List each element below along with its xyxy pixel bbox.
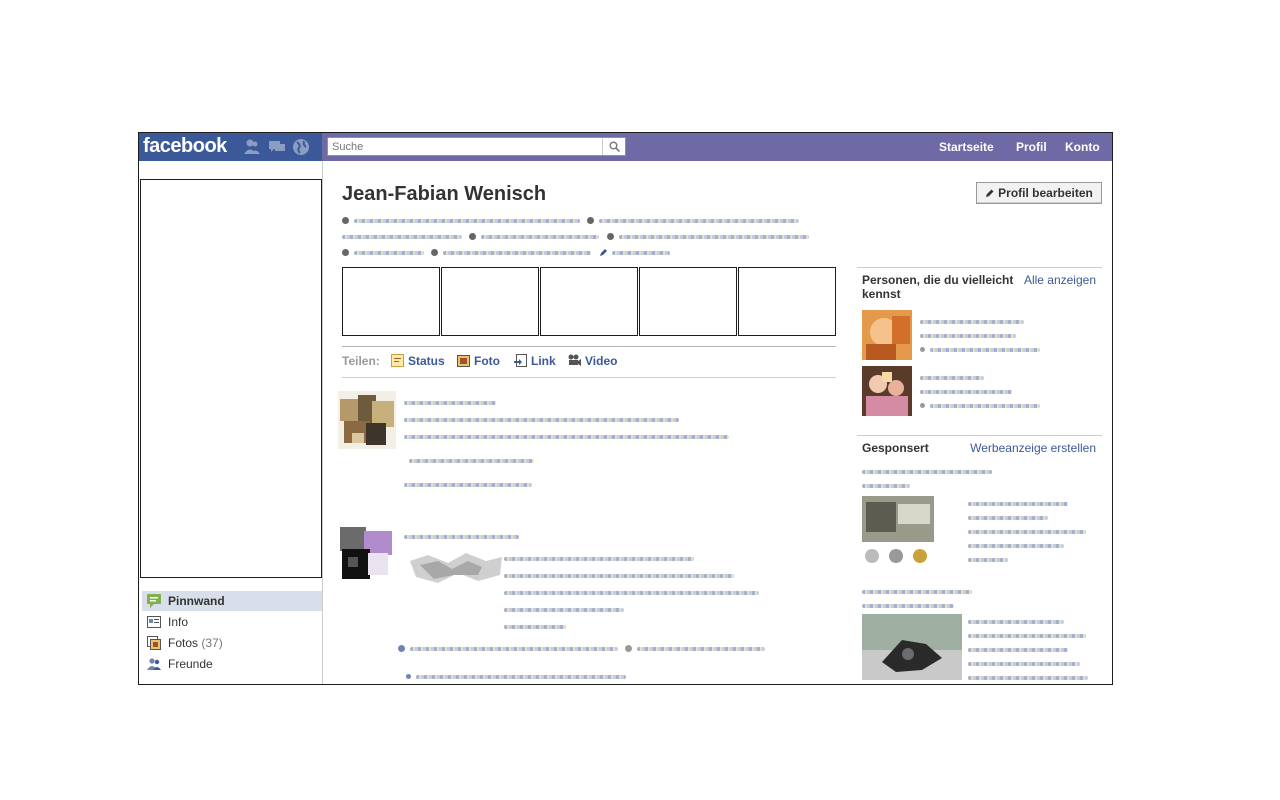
share-bar: Teilen: Status Foto Link Video (342, 346, 836, 378)
right-column: Personen, die du vielleicht kennst Alle … (857, 161, 1102, 684)
info-bullet-icon (606, 233, 614, 241)
link-icon (514, 354, 527, 367)
post-meta-icon (398, 645, 405, 653)
profile-info-line (342, 229, 813, 241)
facebook-profile-window: facebook Startseite (138, 132, 1113, 685)
suggested-person-photo[interactable] (862, 310, 912, 360)
suggested-person (862, 366, 1097, 418)
photos-icon (147, 636, 161, 650)
post-meta-icon (625, 645, 633, 653)
create-ad-link[interactable]: Werbeanzeige erstellen (970, 441, 1096, 455)
sidebar-item-fotos[interactable]: Fotos (37) (142, 633, 322, 653)
share-video-button[interactable]: Video (568, 354, 617, 368)
see-all-link[interactable]: Alle anzeigen (1024, 273, 1096, 287)
search-icon (609, 141, 620, 152)
info-bullet-icon (431, 249, 439, 257)
post-author-avatar[interactable] (338, 525, 396, 583)
nav-konto[interactable]: Konto (1065, 133, 1112, 177)
nav-konto-label: Konto (1065, 140, 1100, 154)
post-body (404, 395, 824, 494)
top-bar: facebook Startseite (139, 133, 1112, 177)
sponsored-box: Gesponsert Werbeanzeige erstellen (857, 435, 1102, 684)
friends-icon (147, 658, 161, 670)
share-status-button[interactable]: Status (391, 354, 445, 368)
sidebar-item-label: Pinnwand (168, 594, 225, 608)
share-label: Teilen: (342, 354, 380, 368)
messages-icon[interactable] (268, 138, 286, 156)
nav-profil[interactable]: Profil (1016, 133, 1047, 161)
suggested-person-photo[interactable] (862, 366, 912, 416)
shared-link-text (504, 551, 804, 636)
sidebar-item-label: Freunde (168, 657, 213, 671)
profile-picture[interactable] (140, 179, 322, 578)
add-friend-icon[interactable] (920, 347, 925, 353)
sidebar-item-freunde[interactable]: Freunde (142, 654, 322, 674)
photo-thumbnail[interactable] (441, 267, 539, 336)
info-bullet-icon (342, 217, 349, 225)
recent-photos-strip (342, 267, 837, 337)
post-author-avatar[interactable] (338, 391, 396, 449)
sidebar-item-info[interactable]: Info (142, 612, 322, 632)
suggested-person (862, 310, 1097, 362)
wall-post (338, 525, 838, 684)
suggestions-title: Personen, die du vielleicht kennst (862, 273, 1014, 301)
notifications-globe-icon[interactable] (292, 138, 310, 156)
photo-thumbnail[interactable] (738, 267, 836, 336)
photo-thumbnail[interactable] (540, 267, 638, 336)
sponsored-ad[interactable] (862, 584, 1097, 680)
share-link-button[interactable]: Link (514, 354, 556, 368)
profile-info-line (342, 245, 674, 257)
shared-link-thumbnail[interactable] (408, 551, 504, 587)
photo-thumbnail[interactable] (639, 267, 737, 336)
info-bullet-icon (342, 249, 349, 257)
profile-navigation: Pinnwand Info Fotos (37) Freunde (142, 591, 322, 675)
ad-image[interactable] (862, 614, 962, 680)
add-friend-icon[interactable] (920, 403, 925, 409)
ad-image[interactable] (862, 496, 934, 568)
info-icon (147, 616, 161, 628)
share-photo-button[interactable]: Foto (457, 354, 500, 368)
main-content: Jean-Fabian Wenisch Teilen: Status Foto … (338, 161, 837, 684)
pencil-icon (599, 249, 607, 257)
sidebar-item-pinnwand[interactable]: Pinnwand (142, 591, 322, 611)
people-you-may-know-box: Personen, die du vielleicht kennst Alle … (857, 267, 1102, 433)
status-icon (391, 354, 404, 367)
photo-icon (457, 355, 470, 367)
like-icon (406, 674, 411, 680)
profile-info-line (342, 213, 803, 225)
wall-post (338, 391, 838, 501)
search-input[interactable] (328, 138, 606, 155)
left-column: Pinnwand Info Fotos (37) Freunde (139, 161, 323, 684)
photo-thumbnail[interactable] (342, 267, 440, 336)
search-box (327, 137, 626, 156)
friend-requests-icon[interactable] (243, 138, 261, 156)
sponsored-ad[interactable] (862, 464, 1097, 563)
sidebar-item-label: Info (168, 615, 189, 629)
logo-area: facebook (139, 133, 322, 161)
info-bullet-icon (587, 217, 595, 225)
info-bullet-icon (469, 233, 477, 241)
facebook-logo[interactable]: facebook (143, 135, 227, 158)
nav-startseite[interactable]: Startseite (939, 133, 994, 161)
sidebar-item-label: Fotos (168, 636, 199, 650)
photos-count: (37) (201, 636, 223, 650)
wall-icon (147, 594, 161, 608)
search-button[interactable] (602, 138, 625, 155)
video-icon (568, 354, 581, 366)
post-body (398, 529, 824, 680)
profile-name: Jean-Fabian Wenisch (342, 183, 547, 205)
